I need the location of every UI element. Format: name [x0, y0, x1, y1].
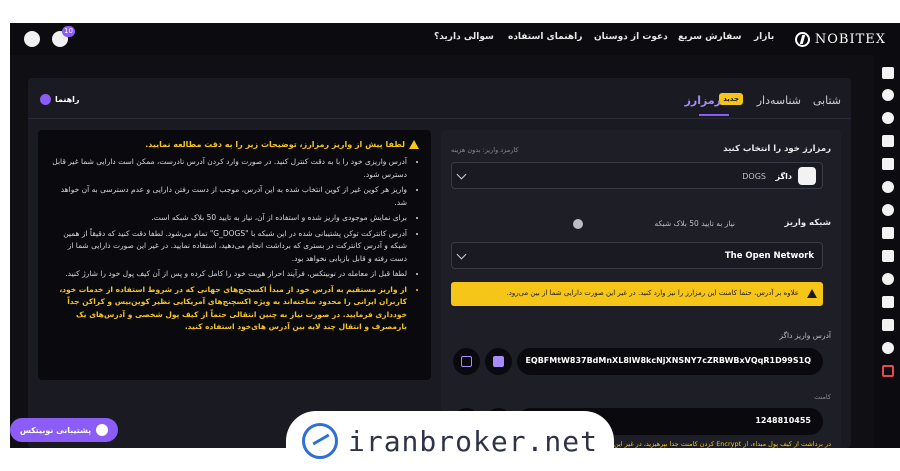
chevron-down-icon — [456, 249, 467, 260]
warning-icon — [409, 140, 419, 149]
calendar-icon[interactable] — [882, 250, 894, 262]
copy-icon — [493, 356, 504, 367]
dogs-coin-icon — [798, 167, 816, 185]
address-field[interactable]: EQBFMtW837BdMnXL8lW8kcNjXNSNY7cZRBWBxVQq… — [517, 348, 823, 375]
fee-hint: کارمزد واریز: بدون هزینه — [451, 146, 519, 154]
list-item: آدرس کانترکت توکن پشتیبانی شده در این شب… — [50, 228, 407, 266]
iranbroker-logo-icon — [301, 423, 338, 459]
support-icon — [96, 424, 109, 436]
refresh-icon[interactable] — [882, 112, 894, 124]
coin-symbol: DOGS — [742, 172, 766, 181]
right-sidebar — [874, 55, 900, 448]
new-badge: جدید — [719, 93, 743, 105]
coin-name: داگز — [775, 172, 792, 181]
nav-quick-order[interactable]: سفارش سریع — [678, 32, 741, 42]
comment-label: کامنت — [814, 393, 831, 401]
network-select[interactable]: The Open Network — [451, 242, 823, 269]
checklist-icon[interactable] — [882, 296, 894, 308]
top-navbar: 10 سوالی دارید؟ راهنمای استفاده دعوت از … — [10, 23, 900, 55]
guide-link[interactable]: راهنما — [40, 94, 80, 105]
deposit-form: رمزارز خود را انتخاب کنید کارمزد واریز: … — [441, 130, 841, 448]
logout-icon[interactable] — [882, 365, 894, 377]
list-item: برای نمایش موجودی واریز شده و استفاده از… — [50, 212, 407, 225]
list-item: آدرس واریزی خود را با به دقت کنترل کنید.… — [50, 156, 407, 181]
network-value: The Open Network — [724, 251, 814, 261]
instructions-list: آدرس واریزی خود را با به دقت کنترل کنید.… — [50, 156, 419, 334]
target-icon[interactable] — [882, 204, 894, 216]
deposit-instructions: لطفا پیش از واریز رمزارز، توضیحات زیر را… — [38, 130, 431, 380]
nav-help[interactable]: راهنمای استفاده — [508, 32, 582, 42]
support-label: پشتیبانی نوبیتکس — [19, 425, 92, 435]
id-card-icon[interactable] — [882, 227, 894, 239]
tab-crypto[interactable]: رمزارز — [685, 94, 721, 107]
comment-alert: علاوه بر آدرس، حتما کامنت این رمزارز را … — [451, 282, 823, 306]
tab-fast[interactable]: شتابی — [813, 94, 841, 107]
notification-badge: 10 — [62, 26, 75, 37]
chevron-down-icon — [456, 169, 467, 180]
list-item-warning: از واریز مستقیم به آدرس خود از مبدأ اکسچ… — [50, 284, 407, 334]
user-icon[interactable] — [24, 31, 40, 47]
nav-questions[interactable]: سوالی دارید؟ — [434, 32, 494, 42]
address-value: EQBFMtW837BdMnXL8lW8kcNjXNSNY7cZRBWBxVQq… — [525, 356, 811, 365]
app-window: 10 سوالی دارید؟ راهنمای استفاده دعوت از … — [10, 23, 900, 448]
list-item: لطفا قبل از معامله در نوبیتکس، فرآیند اح… — [50, 268, 407, 281]
mail-icon[interactable] — [882, 319, 894, 331]
nav-invite[interactable]: دعوت از دوستان — [594, 32, 668, 42]
add-user-icon[interactable] — [882, 342, 894, 354]
active-tab-indicator — [699, 114, 729, 116]
network-label: شبکه واریز — [784, 218, 831, 228]
clipboard-icon[interactable] — [882, 158, 894, 170]
encrypt-note: در برداشت از کیف پول مبداء، از Encrypt ک… — [614, 440, 831, 448]
coins-icon[interactable] — [882, 181, 894, 193]
brand-logo[interactable]: NOBITEX — [794, 29, 886, 49]
instructions-title: لطفا پیش از واریز رمزارز، توضیحات زیر را… — [50, 140, 419, 149]
guide-label: راهنما — [55, 95, 80, 104]
grid-icon[interactable] — [882, 67, 894, 79]
support-button[interactable]: پشتیبانی نوبیتکس — [10, 418, 118, 442]
watermark-text: iranbroker.net — [347, 424, 598, 458]
tab-identified[interactable]: شناسه‌دار — [757, 94, 801, 107]
qr-icon — [461, 356, 472, 367]
tabs-divider — [28, 118, 851, 119]
watermark: iranbroker.net — [286, 411, 614, 471]
address-qr-button[interactable] — [453, 348, 480, 375]
coin-select[interactable]: داگز DOGS — [451, 162, 823, 189]
info-icon[interactable] — [573, 219, 583, 229]
nav-market[interactable]: بازار — [754, 32, 774, 42]
play-icon — [40, 94, 51, 105]
alert-text: علاوه بر آدرس، حتما کامنت این رمزارز را … — [506, 289, 799, 297]
instructions-title-text: لطفا پیش از واریز رمزارز، توضیحات زیر را… — [145, 140, 405, 149]
coin-label: رمزارز خود را انتخاب کنید — [723, 144, 831, 154]
warning-icon — [807, 289, 817, 298]
deposit-panel: شتابی شناسه‌دار جدید رمزارز راهنما لطفا … — [28, 78, 851, 448]
wallet-icon[interactable] — [882, 135, 894, 147]
comment-value: 1248810455 — [755, 416, 811, 425]
list-item: واریز هر کوین غیر از کوین انتخاب شده به … — [50, 184, 407, 209]
copy-address-button[interactable] — [485, 348, 512, 375]
shield-icon[interactable] — [882, 273, 894, 285]
network-hint: نیاز به تایید 50 بلاک شبکه — [654, 219, 736, 228]
address-label: آدرس واریز داگز — [779, 331, 831, 340]
nobitex-logo-icon — [794, 31, 810, 47]
brand-name: NOBITEX — [814, 31, 886, 47]
chart-icon[interactable] — [882, 89, 894, 101]
